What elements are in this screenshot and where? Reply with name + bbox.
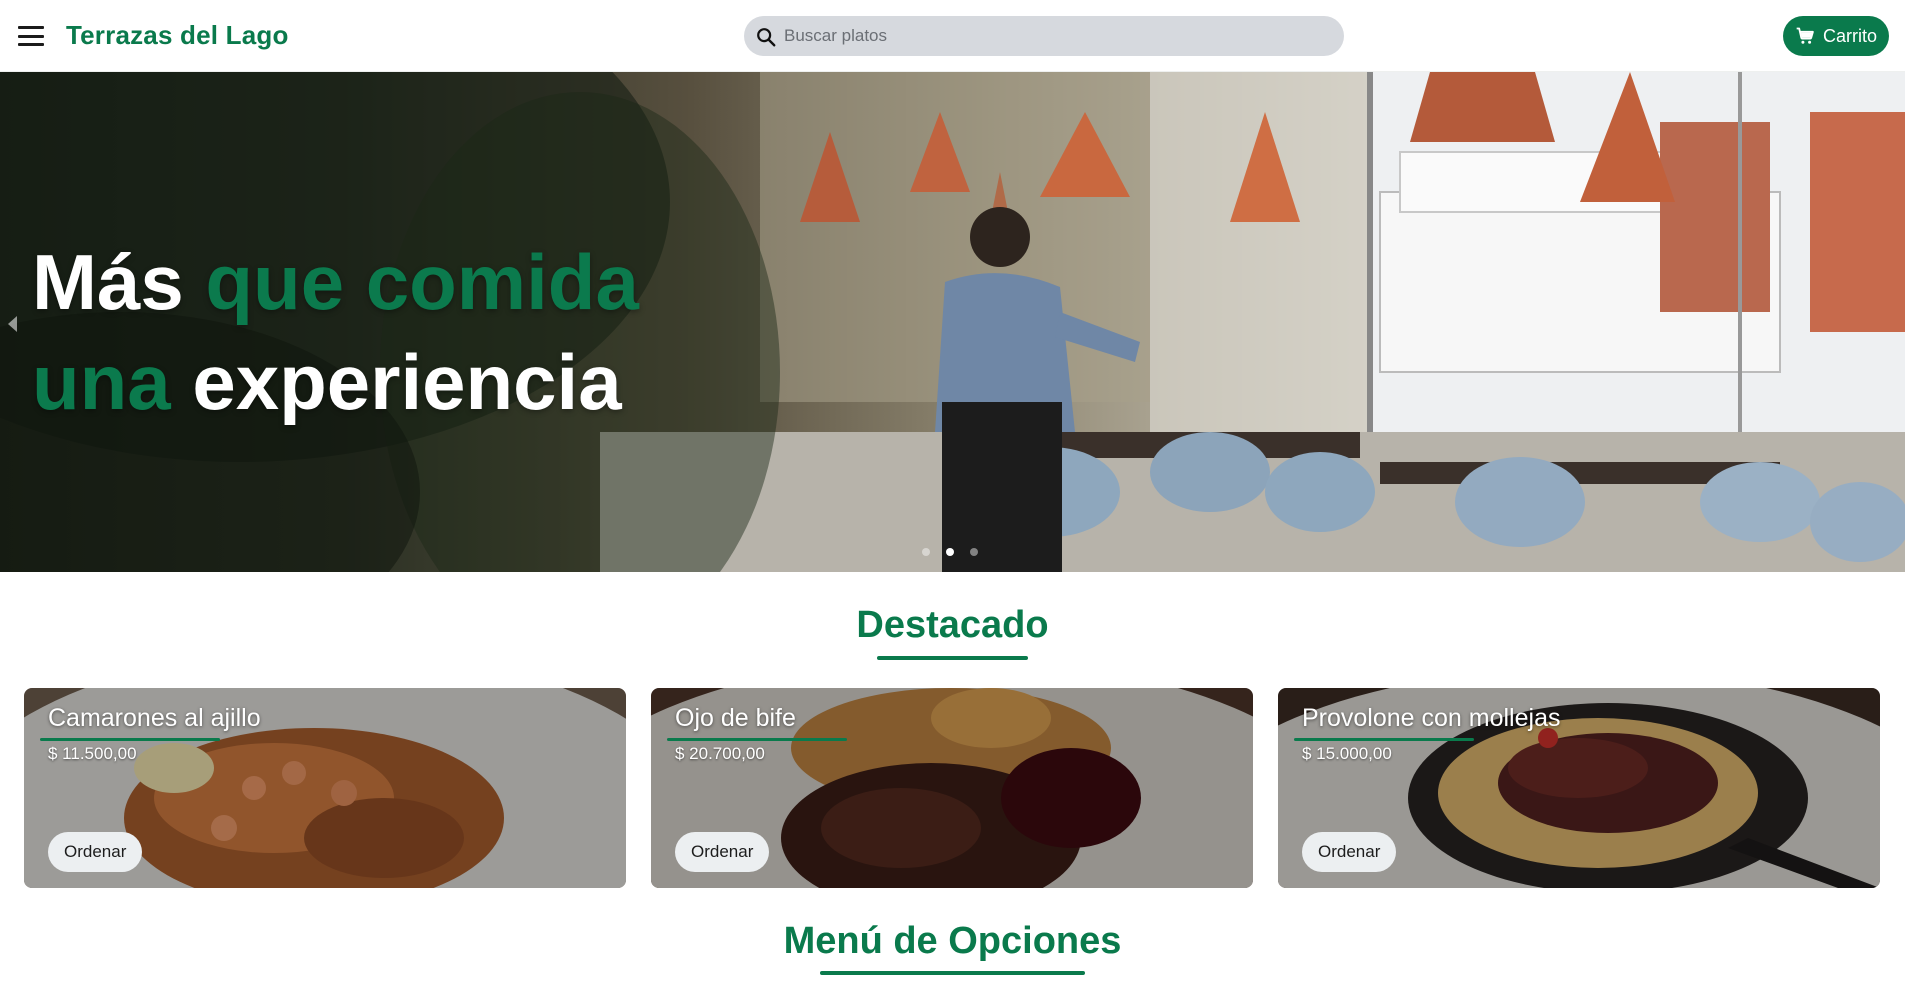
cart-button[interactable]: Carrito xyxy=(1783,16,1889,56)
featured-card: Camarones al ajillo $ 11.500,00 Ordenar xyxy=(24,688,626,888)
cart-label: Carrito xyxy=(1822,25,1877,46)
featured-card: Ojo de bife $ 20.700,00 Ordenar xyxy=(651,688,1253,888)
dish-price: $ 11.500,00 xyxy=(48,744,137,763)
hero-title-word: Más xyxy=(32,238,184,326)
brand-name[interactable]: Terrazas del Lago xyxy=(66,20,289,51)
hero-title-accent: una xyxy=(32,338,171,426)
hero-title-word: experiencia xyxy=(192,338,622,426)
order-button[interactable]: Ordenar xyxy=(1302,832,1397,872)
hero-carousel: Más que comida una experiencia xyxy=(0,72,1905,572)
featured-section-title: Destacado xyxy=(856,604,1049,646)
dish-name: Camarones al ajillo xyxy=(48,704,261,732)
search-icon xyxy=(757,28,776,47)
hamburger-menu-icon[interactable] xyxy=(18,24,44,48)
hero-title: Más que comida una experiencia xyxy=(32,232,639,432)
order-button[interactable]: Ordenar xyxy=(675,832,770,872)
hero-title-line1: Más que comida xyxy=(32,232,639,332)
search-bar[interactable] xyxy=(744,16,1344,56)
featured-card: Provolone con mollejas $ 15.000,00 Orden… xyxy=(1278,688,1880,888)
dish-name: Ojo de bife xyxy=(675,704,796,732)
menu-section-title: Menú de Opciones xyxy=(783,920,1122,962)
carousel-dot[interactable] xyxy=(970,548,978,556)
order-button[interactable]: Ordenar xyxy=(48,832,143,872)
menu-title-underline xyxy=(820,971,1085,975)
carousel-prev-chevron-left-icon[interactable] xyxy=(8,316,17,332)
hero-title-line2: una experiencia xyxy=(32,332,639,432)
dish-name-underline xyxy=(1294,738,1474,741)
carousel-indicators xyxy=(922,548,978,556)
dish-name-underline xyxy=(667,738,847,741)
carousel-dot[interactable] xyxy=(922,548,930,556)
carousel-dot-active[interactable] xyxy=(946,548,954,556)
dish-price: $ 15.000,00 xyxy=(1302,744,1392,763)
search-input[interactable] xyxy=(784,16,1324,56)
featured-title-underline xyxy=(877,656,1028,660)
cart-icon xyxy=(1796,27,1814,44)
dish-name-underline xyxy=(40,738,220,741)
top-navbar: Terrazas del Lago Carrito xyxy=(0,0,1905,72)
dish-price: $ 20.700,00 xyxy=(675,744,765,763)
hero-title-accent: que comida xyxy=(205,238,639,326)
dish-name: Provolone con mollejas xyxy=(1302,704,1561,732)
